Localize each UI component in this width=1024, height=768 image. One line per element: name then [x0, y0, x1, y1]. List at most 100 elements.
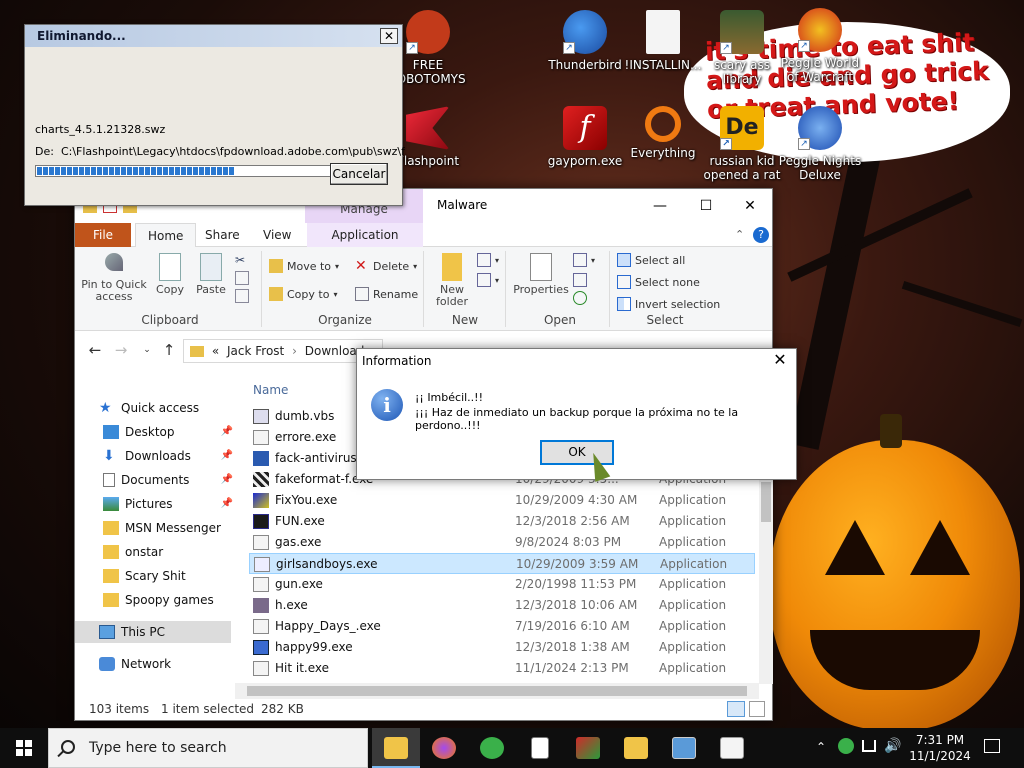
volume-tray-icon[interactable]: 🔊	[884, 738, 901, 768]
properties-icon	[530, 253, 552, 281]
rename-button[interactable]: Rename	[355, 285, 418, 303]
tab-view[interactable]: View	[251, 223, 303, 247]
delete-button[interactable]: ✕ Delete ▾	[355, 257, 417, 275]
taskbar-folder[interactable]	[612, 728, 660, 768]
address-bar[interactable]: « Jack Frost › Downloads	[183, 339, 383, 363]
desktop-icon-thunderbird[interactable]: ↗ Thunderbird	[543, 10, 627, 72]
nav-network[interactable]: Network	[99, 653, 229, 675]
minimize-button[interactable]: —	[637, 189, 683, 223]
close-button[interactable]: ✕	[770, 350, 790, 369]
desktop-icon-everything[interactable]: Everything	[621, 106, 705, 160]
file-row[interactable]: FixYou.exe 10/29/2009 4:30 AM Application	[249, 490, 755, 511]
selected-size: 282 KB	[261, 702, 304, 716]
desktop-icon-installing[interactable]: !INSTALLIN...	[621, 10, 705, 72]
deleting-progress-dialog[interactable]: Eliminando... ✕ charts_4.5.1.21328.swz D…	[24, 24, 405, 206]
desktop-icon-russian-kid[interactable]: De ↗ russian kid opened a rat	[700, 106, 784, 182]
show-hidden-icons[interactable]: ⌃	[816, 740, 826, 768]
nav-scary-shit[interactable]: Scary Shit	[103, 565, 233, 587]
copy-button[interactable]: Copy	[153, 253, 187, 296]
invert-selection-icon	[617, 297, 631, 311]
desktop-icon-peggle-wow[interactable]: ↗ Peggle World of Warcraft	[778, 8, 862, 84]
taskbar-clock[interactable]: 7:31 PM 11/1/2024	[904, 732, 976, 764]
copy-to-button[interactable]: Copy to ▾	[269, 285, 337, 303]
tab-file[interactable]: File	[75, 223, 131, 247]
notifications-icon[interactable]	[984, 739, 1000, 753]
file-row[interactable]: FUN.exe 12/3/2018 2:56 AM Application	[249, 511, 755, 532]
cut-button[interactable]: ✂	[235, 251, 249, 269]
cancel-button[interactable]: Cancelar	[330, 163, 388, 185]
vertical-scrollbar[interactable]	[759, 476, 773, 684]
taskbar-file-explorer[interactable]	[372, 728, 420, 768]
maximize-button[interactable]: ☐	[683, 189, 729, 223]
taskbar-paint[interactable]	[564, 728, 612, 768]
taskbar-notes[interactable]	[708, 728, 756, 768]
taskbar-app-window[interactable]	[660, 728, 708, 768]
scroll-thumb[interactable]	[247, 686, 747, 696]
file-row-selected[interactable]: girlsandboys.exe 10/29/2009 3:59 AM Applic…	[249, 553, 755, 574]
desktop-icon-gayporn[interactable]: f gayporn.exe	[543, 106, 627, 168]
nav-onstar[interactable]: onstar	[103, 541, 233, 563]
new-item-button[interactable]: ▾	[477, 251, 499, 269]
file-row[interactable]: Hit it.exe 11/1/2024 2:13 PM Application	[249, 658, 755, 679]
desktop-icon-peggle-nights[interactable]: ↗ Peggle Nights Deluxe	[778, 106, 862, 182]
nav-this-pc[interactable]: This PC	[75, 621, 231, 643]
properties-button[interactable]: Properties	[511, 253, 571, 296]
taskbar-firefox[interactable]	[420, 728, 468, 768]
network-tray-icon[interactable]	[862, 740, 876, 752]
history-button[interactable]	[573, 289, 587, 307]
select-all-button[interactable]: Select all	[617, 251, 685, 269]
taskbar-notepad[interactable]	[516, 728, 564, 768]
move-to-button[interactable]: Move to ▾	[269, 257, 339, 275]
scroll-thumb[interactable]	[761, 482, 771, 522]
file-row[interactable]: gun.exe 2/20/1998 11:53 PM Application	[249, 574, 755, 595]
up-button[interactable]: ↑	[159, 341, 179, 359]
nav-desktop[interactable]: Desktop 📌	[103, 421, 233, 443]
tab-home[interactable]: Home	[135, 223, 197, 248]
search-placeholder: Type here to search	[89, 740, 227, 756]
easy-access-button[interactable]: ▾	[477, 271, 499, 289]
taskbar-search-box[interactable]: Type here to search	[48, 728, 368, 768]
column-header-name[interactable]: Name	[253, 383, 288, 397]
new-folder-button[interactable]: New folder	[431, 253, 473, 308]
open-button[interactable]: ▾	[573, 251, 595, 269]
large-icons-view-icon[interactable]	[749, 701, 765, 717]
tab-application-tools[interactable]: Application Tools	[307, 223, 423, 266]
breadcrumb-jack-frost[interactable]: Jack Frost	[227, 344, 284, 358]
chevron-up-icon[interactable]: ⌃	[735, 228, 744, 241]
close-button[interactable]: ✕	[727, 189, 773, 223]
file-row[interactable]: Happy_Days_.exe 7/19/2016 6:10 AM Applicat…	[249, 616, 755, 637]
nav-msn-messenger[interactable]: MSN Messenger	[103, 517, 233, 539]
back-button[interactable]: ←	[85, 341, 105, 359]
invert-selection-button[interactable]: Invert selection	[617, 295, 720, 313]
file-row[interactable]: h.exe 12/3/2018 10:06 AM Application	[249, 595, 755, 616]
nav-documents[interactable]: Documents 📌	[103, 469, 233, 491]
nav-pictures[interactable]: Pictures 📌	[103, 493, 233, 515]
file-row[interactable]: gas.exe 9/8/2024 8:03 PM Application	[249, 532, 755, 553]
user-tray-icon[interactable]	[838, 738, 854, 754]
recent-locations-button[interactable]: ⌄	[137, 345, 157, 355]
help-icon[interactable]: ?	[753, 227, 769, 243]
start-button[interactable]	[0, 728, 48, 768]
pin-to-quick-access-button[interactable]: Pin to Quick access	[81, 253, 147, 303]
forward-button[interactable]: →	[111, 341, 131, 359]
horizontal-scrollbar[interactable]	[235, 683, 759, 699]
edit-button[interactable]	[573, 271, 587, 289]
details-view-icon[interactable]	[727, 701, 745, 717]
nav-spoopy-games[interactable]: Spoopy games	[103, 589, 233, 611]
close-button[interactable]: ✕	[380, 28, 398, 44]
documents-icon	[103, 473, 115, 487]
nav-downloads[interactable]: ⬇ Downloads 📌	[103, 445, 233, 467]
file-row[interactable]: happy99.exe 12/3/2018 1:38 AM Application	[249, 637, 755, 658]
taskbar-messenger[interactable]	[468, 728, 516, 768]
information-dialog[interactable]: Information ✕ i ¡¡ Imbécil..!! ¡¡¡ Haz d…	[356, 348, 797, 480]
pumpkin-image	[770, 414, 1020, 730]
ribbon-separator	[261, 251, 262, 327]
nav-quick-access[interactable]: ★ Quick access	[99, 397, 229, 419]
folder-icon	[103, 593, 119, 607]
paste-button[interactable]: Paste	[193, 253, 229, 296]
select-none-button[interactable]: Select none	[617, 273, 700, 291]
paste-shortcut-button[interactable]	[235, 287, 249, 305]
copy-path-button[interactable]	[235, 269, 249, 287]
tab-share[interactable]: Share	[193, 223, 252, 247]
desktop-icon-scary-library[interactable]: ↗ scary ass library	[700, 10, 784, 86]
